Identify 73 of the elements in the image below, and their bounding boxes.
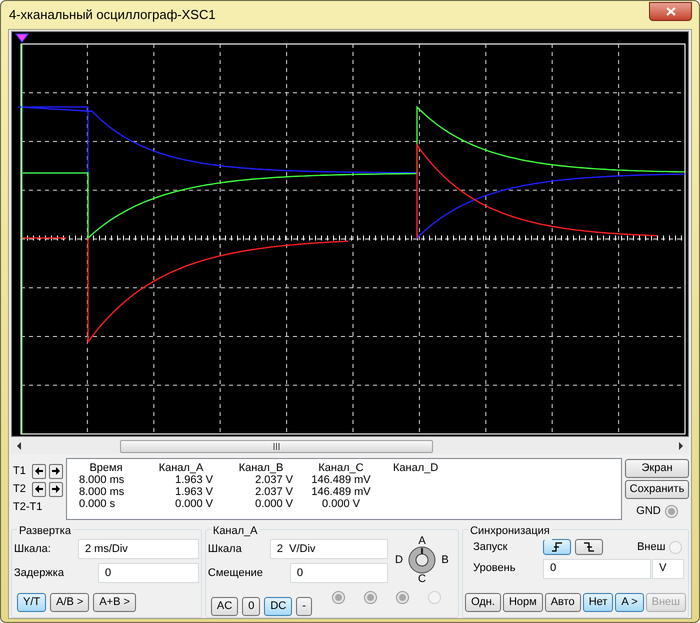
falling-edge-icon <box>583 542 596 552</box>
rising-edge-button[interactable] <box>543 539 572 556</box>
horizontal-scrollbar[interactable] <box>11 438 689 454</box>
move-left-button[interactable] <box>32 464 46 478</box>
cursor-marker-icon[interactable] <box>15 34 29 43</box>
scale-field[interactable]: 2 V/Div <box>270 539 388 559</box>
channel-knob-icon[interactable] <box>408 546 436 574</box>
mode-button[interactable]: A+B > <box>93 593 136 612</box>
field-label: Запуск <box>472 540 508 555</box>
knob-label: D <box>395 552 403 568</box>
table-cell-text: 0.000 s <box>78 498 116 510</box>
unit-field[interactable]: V <box>652 558 684 578</box>
coupling-button[interactable]: 0 <box>242 597 260 616</box>
move-left-button[interactable] <box>32 482 46 496</box>
table-cell-text: 146.489 mV <box>310 486 372 498</box>
gnd-label: GND <box>636 504 661 519</box>
gnd-radio[interactable] <box>664 504 678 518</box>
field-label: Смещение <box>208 566 264 581</box>
external-trigger-radio[interactable] <box>669 540 682 554</box>
field-label: Шкала <box>208 542 243 557</box>
column-header: Время <box>88 462 124 474</box>
mode-button[interactable]: A/B > <box>50 593 90 612</box>
move-right-button[interactable] <box>49 482 63 496</box>
mode-button[interactable]: Y/T <box>17 593 46 612</box>
scale-field[interactable]: 2 ms/Div <box>78 539 199 559</box>
coupling-button[interactable]: AC <box>210 597 238 616</box>
scrollbar-thumb[interactable] <box>120 440 433 452</box>
grip-icon <box>273 442 280 450</box>
falling-edge-button[interactable] <box>575 539 604 556</box>
screen-button[interactable]: Экран <box>625 459 689 478</box>
rising-edge-icon <box>551 542 564 552</box>
table-cell-text: 2.037 V <box>254 486 294 498</box>
coupling-button[interactable]: DC <box>264 597 292 616</box>
table-cell-text: 0.000 V <box>254 498 294 510</box>
field-label: Задержка <box>14 566 65 581</box>
level-field[interactable]: 0 <box>543 558 652 578</box>
coupling-button[interactable]: - <box>296 597 312 616</box>
delay-field[interactable]: 0 <box>98 563 199 583</box>
field-label: Уровень <box>472 561 516 576</box>
field-label: Шкала: <box>14 542 52 557</box>
table-cell-text: 8.000 ms <box>78 474 126 486</box>
column-header: Канал_A <box>158 462 204 474</box>
table-cell-text: 146.489 mV <box>310 474 372 486</box>
table-cell-text: 0.000 V <box>321 498 361 510</box>
knob-label: B <box>441 552 449 568</box>
knob-label: C <box>418 572 426 587</box>
trigger-mode-button[interactable]: A > <box>615 592 644 612</box>
trigger-mode-button[interactable]: Норм <box>502 592 543 612</box>
close-button[interactable] <box>649 2 692 20</box>
panel-title: Синхронизация <box>468 523 552 540</box>
table-cell-text: 8.000 ms <box>78 486 126 498</box>
trigger-mode-button[interactable]: Одн. <box>465 592 501 612</box>
table-cell-text: 0.000 V <box>174 498 214 510</box>
trigger-mode-button[interactable]: Авто <box>544 592 581 612</box>
cursor-label: T2 <box>13 482 27 496</box>
window-title: 4-хканальный осциллограф-XSC1 <box>8 6 216 24</box>
panel-title: Развертка <box>17 523 73 540</box>
table-cell-text: 1.963 V <box>174 486 214 498</box>
panel-title: Канал_A <box>210 523 260 540</box>
close-icon <box>666 6 676 16</box>
table-cell-text: 2.037 V <box>254 474 294 486</box>
cursor-label: T2-T1 <box>13 500 42 514</box>
save-button[interactable]: Сохранить <box>625 480 689 499</box>
external-trigger-label: Внеш <box>637 540 666 555</box>
table-cell-text: 1.963 V <box>174 474 214 486</box>
move-right-button[interactable] <box>49 464 63 478</box>
knob-label: A <box>418 534 426 549</box>
column-header: Канал_D <box>392 462 440 474</box>
cursor-label: T1 <box>13 464 27 478</box>
column-header: Канал_C <box>317 462 365 474</box>
offset-field[interactable]: 0 <box>290 563 388 583</box>
trigger-mode-button[interactable]: Нет <box>582 592 614 612</box>
column-header: Канал_B <box>238 462 284 474</box>
